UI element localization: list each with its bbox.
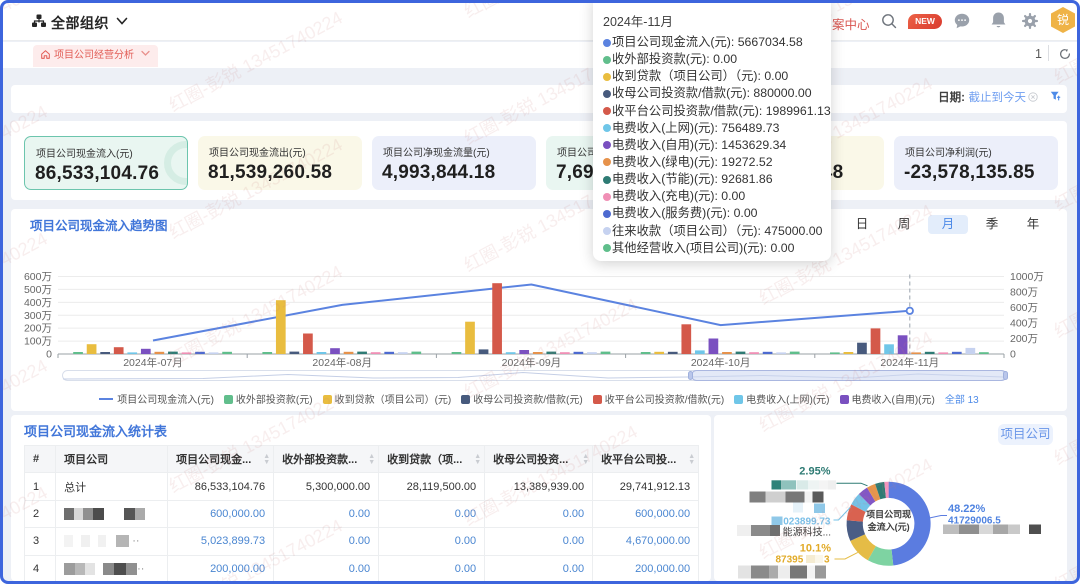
svg-text:600万: 600万 [24, 271, 52, 283]
svg-text:500万: 500万 [24, 283, 52, 295]
svg-text:48.22%: 48.22% [948, 503, 986, 515]
svg-text:项目公司现: 项目公司现 [866, 510, 911, 520]
svg-text:金流入(元): 金流入(元) [867, 521, 910, 532]
svg-text:023899.73: 023899.73 [783, 517, 831, 528]
svg-text:600万: 600万 [1010, 302, 1038, 314]
svg-text:2024年-11月: 2024年-11月 [880, 356, 939, 369]
svg-text:400万: 400万 [1010, 317, 1038, 329]
svg-text:300万: 300万 [24, 309, 52, 321]
svg-text:2.95%: 2.95% [799, 466, 830, 478]
svg-text:2024年-09月: 2024年-09月 [502, 356, 562, 369]
svg-text:能源科技...: 能源科技... [783, 526, 831, 539]
svg-text:87395: 87395 [776, 555, 804, 566]
svg-text:200万: 200万 [1010, 333, 1038, 345]
svg-text:2024年-08月: 2024年-08月 [312, 356, 372, 369]
svg-text:800万: 800万 [1010, 286, 1038, 298]
svg-text:400万: 400万 [24, 296, 52, 308]
svg-text:200万: 200万 [24, 322, 52, 334]
svg-text:2024年-07月: 2024年-07月 [123, 356, 183, 369]
svg-text:1000万: 1000万 [1010, 271, 1044, 283]
svg-text:2024年-10月: 2024年-10月 [691, 356, 751, 369]
svg-text:100万: 100万 [24, 335, 52, 347]
svg-text:0: 0 [46, 348, 52, 360]
svg-text:10.1%: 10.1% [800, 543, 831, 555]
svg-text:3: 3 [824, 555, 830, 566]
svg-text:0: 0 [1010, 348, 1016, 360]
